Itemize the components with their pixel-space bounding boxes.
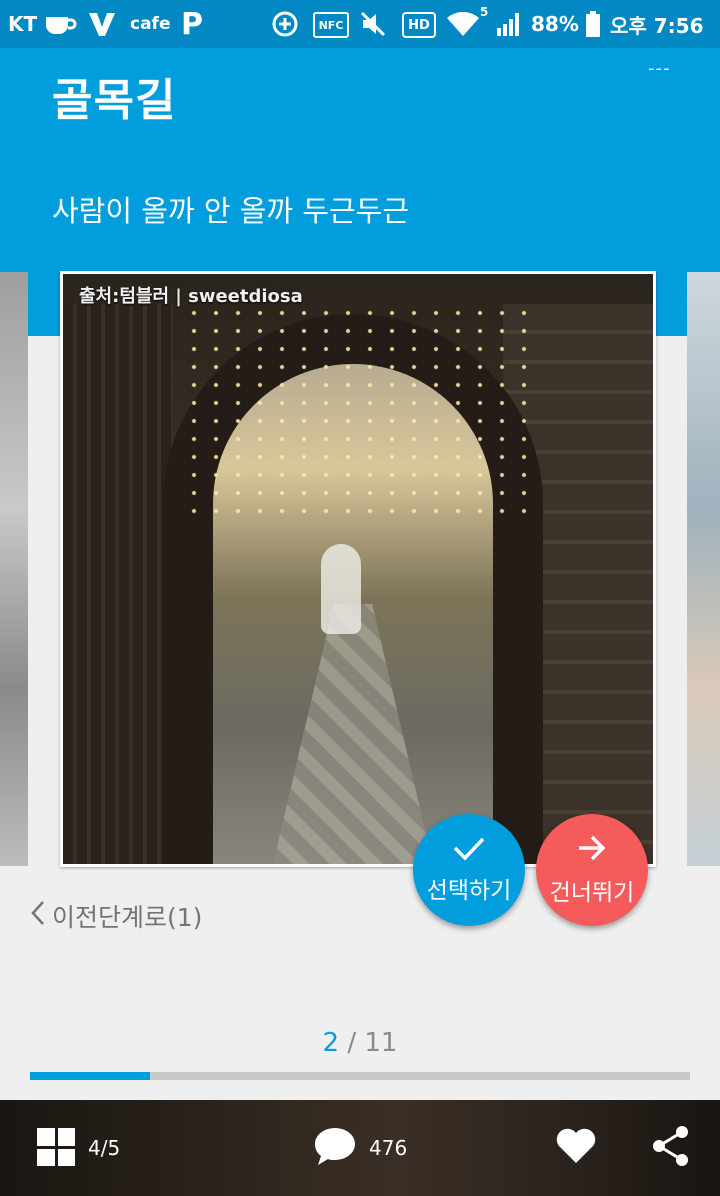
data-saver-icon [270,10,300,38]
main-card[interactable]: 출처:텀블러 | sweetdiosa [60,271,656,867]
page-separator: / [339,1028,365,1058]
wifi-icon [444,10,484,38]
cup-icon [42,10,78,38]
battery-percent: 88% [531,12,579,36]
alley-photo: 출처:텀블러 | sweetdiosa [63,274,653,864]
page-indicator: 2 / 11 [0,1028,720,1058]
status-bar: KT cafe P NFC HD 5 88% 오후 7:56 [0,0,720,48]
check-icon [452,835,486,865]
nfc-icon: NFC [313,12,349,38]
comment-count: 476 [369,1136,408,1160]
share-icon [651,1125,691,1172]
grid-icon[interactable] [37,1128,75,1166]
share-button[interactable] [651,1100,691,1196]
previous-step-link[interactable]: 이전단계로(1) [30,898,202,934]
progress-bar [30,1072,690,1080]
hd-icon: HD [402,12,436,38]
page-subtitle: 사람이 올까 안 올까 두근두근 [52,194,410,228]
skip-button[interactable]: 건너뛰기 [536,814,648,926]
page-count: 4/5 [88,1136,121,1160]
comment-button[interactable]: 476 [313,1100,407,1196]
current-page: 2 [322,1028,340,1058]
previous-step-label: 이전단계로(1) [52,903,203,932]
menu-button[interactable]: --- [648,58,682,79]
progress-fill [30,1072,151,1080]
photo-source-caption: 출처:텀블러 | sweetdiosa [79,286,303,307]
battery-icon [584,10,602,38]
cafe-label: cafe [130,14,171,34]
total-pages: 11 [364,1028,398,1058]
carrier-label: KT [8,12,38,36]
mute-icon [358,10,388,38]
v-logo-icon [86,10,122,38]
page-title: 골목길 [52,75,177,126]
skip-button-label: 건너뛰기 [549,880,635,906]
heart-icon [555,1127,597,1170]
arrow-right-icon [576,833,608,867]
select-button-label: 선택하기 [426,878,512,904]
p-app-icon: P [181,6,203,42]
previous-card[interactable] [0,272,28,866]
next-card[interactable] [687,272,720,866]
chevron-left-icon [30,899,46,934]
signal-icon [494,10,524,38]
comment-icon [313,1125,357,1172]
like-button[interactable] [555,1100,597,1196]
wifi-badge: 5 [480,5,489,19]
select-button[interactable]: 선택하기 [413,814,525,926]
clock: 오후 7:56 [610,13,704,38]
